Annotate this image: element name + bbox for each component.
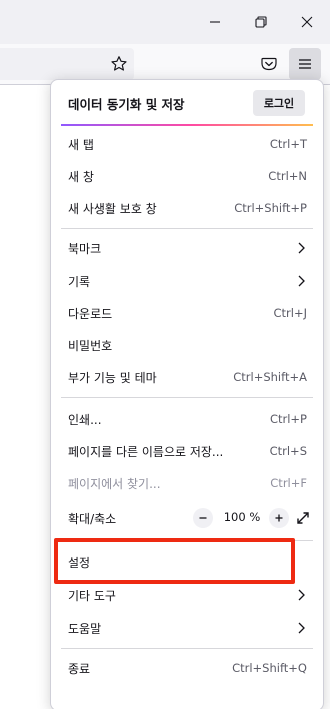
bookmark-star-button[interactable] [103, 48, 135, 80]
menu-item-shortcut: Ctrl+N [268, 169, 307, 183]
menu-item-shortcut: Ctrl+T [269, 137, 307, 151]
menu-item-help[interactable]: 도움말 [61, 612, 313, 644]
menu-item-label: 기타 도구 [68, 589, 116, 603]
restore-button[interactable] [238, 0, 284, 44]
menu-item-history[interactable]: 기록 [61, 265, 313, 297]
menu-item-zoom: 확대/축소 100 % [61, 502, 313, 534]
menu-item-more-tools[interactable]: 기타 도구 [61, 579, 313, 611]
zoom-in-button[interactable] [269, 508, 289, 528]
menu-item-label: 새 창 [68, 170, 94, 184]
menu-item-label: 종료 [68, 662, 91, 676]
pocket-icon [261, 57, 277, 71]
minus-icon [199, 517, 207, 519]
chevron-right-icon [298, 622, 305, 634]
menu-separator [61, 540, 313, 541]
menu-item-exit[interactable]: 종료 Ctrl+Shift+Q [61, 652, 313, 684]
close-button[interactable] [284, 0, 330, 44]
menu-item-label: 새 탭 [68, 138, 94, 152]
chevron-right-icon [298, 275, 305, 287]
menu-item-label: 새 사생활 보호 창 [68, 202, 157, 216]
menu-separator [61, 648, 313, 649]
browser-window: 데이터 동기화 및 저장 로그인 새 탭 Ctrl+T 새 창 Ctrl+N 새… [0, 0, 330, 709]
menu-item-settings[interactable]: 설정 [61, 546, 313, 578]
sync-title: 데이터 동기화 및 저장 [68, 97, 185, 112]
menu-item-label: 다운로드 [68, 307, 113, 321]
menu-item-shortcut: Ctrl+Shift+Q [232, 661, 307, 675]
menu-item-label: 북마크 [68, 242, 102, 256]
plus-icon [275, 514, 283, 522]
menu-item-shortcut: Ctrl+J [273, 306, 308, 320]
title-bar [0, 0, 330, 44]
hamburger-menu-icon [299, 59, 311, 69]
menu-item-label: 페이지를 다른 이름으로 저장... [68, 445, 224, 459]
close-icon [301, 16, 313, 28]
menu-item-shortcut: Ctrl+Shift+P [234, 201, 307, 215]
menu-item-label: 확대/축소 [68, 512, 117, 526]
menu-separator [61, 228, 313, 229]
menu-item-label: 설정 [68, 556, 91, 570]
chevron-right-icon [298, 589, 305, 601]
minimize-icon [210, 21, 220, 23]
header-gradient-divider [61, 124, 313, 126]
minimize-button[interactable] [192, 0, 238, 44]
menu-separator [61, 397, 313, 398]
restore-icon [255, 16, 267, 28]
menu-item-bookmarks[interactable]: 북마크 [61, 232, 313, 264]
zoom-controls: 100 % [193, 505, 313, 531]
chevron-right-icon [298, 242, 305, 254]
menu-item-label: 페이지에서 찾기... [68, 477, 161, 491]
menu-item-label: 비밀번호 [68, 339, 113, 353]
menu-item-new-private-window[interactable]: 새 사생활 보호 창 Ctrl+Shift+P [61, 192, 313, 224]
menu-item-label: 기록 [68, 275, 91, 289]
menu-item-print[interactable]: 인쇄... Ctrl+P [61, 403, 313, 435]
menu-item-label: 도움말 [68, 622, 102, 636]
open-application-menu-button[interactable] [289, 48, 321, 80]
application-menu: 데이터 동기화 및 저장 로그인 새 탭 Ctrl+T 새 창 Ctrl+N 새… [50, 79, 324, 709]
menu-item-shortcut: Ctrl+P [269, 412, 307, 426]
login-button[interactable]: 로그인 [253, 90, 305, 116]
star-icon [111, 56, 127, 71]
menu-item-label: 인쇄... [68, 413, 102, 427]
zoom-out-button[interactable] [193, 508, 213, 528]
menu-item-new-window[interactable]: 새 창 Ctrl+N [61, 160, 313, 192]
menu-item-shortcut: Ctrl+Shift+A [233, 370, 307, 384]
menu-item-shortcut: Ctrl+S [269, 444, 307, 458]
fullscreen-icon [297, 512, 309, 524]
menu-item-label: 부가 기능 및 테마 [68, 371, 157, 385]
fullscreen-button[interactable] [293, 508, 313, 528]
menu-item-new-tab[interactable]: 새 탭 Ctrl+T [61, 128, 313, 160]
menu-item-save-page-as[interactable]: 페이지를 다른 이름으로 저장... Ctrl+S [61, 435, 313, 467]
pocket-button[interactable] [253, 48, 285, 80]
menu-item-shortcut: Ctrl+F [270, 476, 307, 490]
menu-item-downloads[interactable]: 다운로드 Ctrl+J [61, 297, 313, 329]
menu-item-addons-themes[interactable]: 부가 기능 및 테마 Ctrl+Shift+A [61, 361, 313, 393]
sync-header: 데이터 동기화 및 저장 로그인 [51, 80, 323, 124]
menu-item-find-in-page[interactable]: 페이지에서 찾기... Ctrl+F [61, 467, 313, 499]
menu-item-passwords[interactable]: 비밀번호 [61, 329, 313, 361]
zoom-reset-button[interactable]: 100 % [219, 510, 265, 524]
